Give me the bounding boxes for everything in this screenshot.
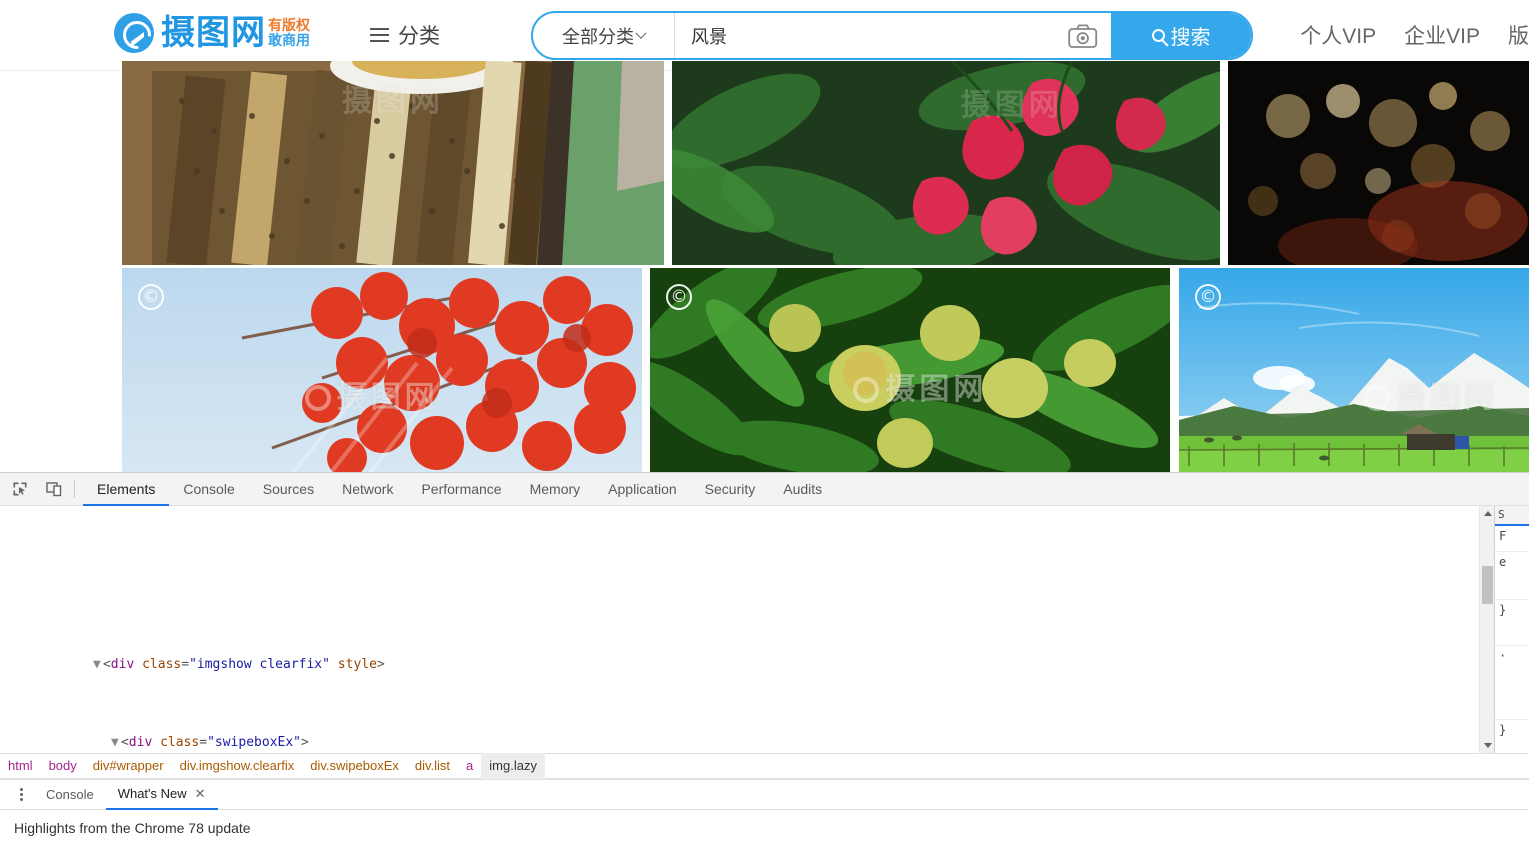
tab-elements[interactable]: Elements — [83, 473, 170, 506]
photo-card-peaches[interactable]: © 摄图网 — [650, 268, 1170, 472]
chevron-down-icon — [635, 27, 647, 39]
breadcrumb-item-body[interactable]: body — [41, 753, 85, 779]
breadcrumb-item-list[interactable]: div.list — [407, 753, 458, 779]
tab-sources[interactable]: Sources — [249, 473, 328, 506]
breadcrumb-item-img-lazy[interactable]: img.lazy — [481, 753, 545, 779]
copyright-icon: © — [1195, 284, 1221, 310]
scrollbar-thumb[interactable] — [1482, 566, 1493, 604]
wax-apples-image — [672, 61, 1220, 265]
watermark: 摄图网 — [304, 372, 439, 416]
photo-card-maple[interactable]: © 摄图网 — [122, 268, 642, 472]
header-nav-links: 个人VIP 企业VIP 版 — [1300, 20, 1529, 50]
styles-rule-row-2[interactable]: · — [1495, 646, 1529, 720]
category-menu-button[interactable]: 分类 — [370, 20, 440, 50]
search-input[interactable] — [675, 13, 1055, 58]
tab-memory[interactable]: Memory — [516, 473, 595, 506]
drawer-tab-bar: Console What's New ✕ — [0, 780, 1529, 810]
drawer-tab-whats-new[interactable]: What's New ✕ — [105, 779, 218, 810]
tab-network[interactable]: Network — [328, 473, 407, 506]
search-category-select[interactable]: 全部分类 — [533, 13, 675, 58]
drawer-tab-console-label: Console — [46, 786, 94, 802]
snow-mountain-grassland-image — [1179, 268, 1529, 472]
hamburger-icon — [370, 24, 389, 46]
dom-tree[interactable]: <!-- 图片流 start --> ▼<div class="imgshow … — [0, 506, 1494, 753]
devtools-tabs: Elements Console Sources Network Perform… — [83, 473, 836, 506]
search-category-label: 全部分类 — [562, 26, 634, 47]
drawer-tab-console[interactable]: Console — [34, 780, 106, 810]
dom-line-swipeboxex[interactable]: ▼ <div class="swipeboxEx"> — [0, 713, 1494, 750]
tab-audits[interactable]: Audits — [769, 473, 836, 506]
nav-enterprise-vip[interactable]: 企业VIP — [1404, 20, 1480, 50]
devtools-panel: Elements Console Sources Network Perform… — [0, 472, 1529, 841]
site-logo[interactable]: 摄图网 有版权 敢商用 — [114, 13, 310, 53]
watermark: 摄图网 — [960, 88, 1063, 122]
scroll-up-arrow-icon[interactable] — [1480, 506, 1495, 521]
styles-filter-row[interactable]: F — [1495, 526, 1529, 552]
nav-personal-vip[interactable]: 个人VIP — [1300, 20, 1376, 50]
watermark: 摄图网 — [1364, 372, 1498, 416]
breadcrumb-item-html[interactable]: html — [0, 753, 41, 779]
copyright-icon: © — [138, 284, 164, 310]
search-submit-label: 搜索 — [1170, 27, 1211, 49]
tab-performance[interactable]: Performance — [407, 473, 515, 506]
styles-rule-close-1: } — [1495, 600, 1529, 646]
scroll-down-arrow-icon[interactable] — [1480, 738, 1495, 753]
styles-rule-row-1[interactable]: e — [1495, 552, 1529, 600]
photo-card-bokeh[interactable] — [1228, 61, 1529, 265]
photo-card-beehive[interactable]: 摄图网 — [122, 61, 664, 265]
watermark: 摄图网 — [342, 84, 444, 118]
device-toolbar-icon[interactable] — [40, 476, 68, 502]
dom-tree-scrollbar[interactable] — [1479, 506, 1494, 753]
logo-badge: 有版权 敢商用 — [268, 13, 310, 53]
logo-text: 摄图网 — [161, 13, 266, 53]
search-bar: 全部分类 搜索 — [531, 11, 1253, 60]
devtools-toolbar: Elements Console Sources Network Perform… — [0, 473, 1529, 506]
styles-tab[interactable]: S — [1495, 506, 1529, 526]
drawer-tab-whats-new-label: What's New — [117, 785, 187, 801]
logo-badge-line1: 有版权 — [268, 16, 310, 33]
breadcrumb-item-a[interactable]: a — [458, 753, 481, 779]
drawer-content: Highlights from the Chrome 78 update — [0, 810, 1529, 846]
tab-application[interactable]: Application — [594, 473, 691, 506]
logo-badge-line2: 敢商用 — [268, 32, 310, 48]
bokeh-lights-image — [1228, 61, 1529, 265]
styles-rule-close-2: } — [1499, 723, 1507, 737]
close-icon[interactable]: ✕ — [195, 779, 206, 809]
nav-copyright[interactable]: 版 — [1508, 20, 1529, 50]
whats-new-headline: Highlights from the Chrome 78 update — [14, 820, 251, 836]
dom-line-imgshow[interactable]: ▼ <div class="imgshow clearfix" style> — [0, 635, 1494, 672]
devtools-drawer: Console What's New ✕ Highlights from the… — [0, 779, 1529, 841]
search-icon — [1151, 29, 1165, 42]
category-menu-label: 分类 — [398, 25, 440, 48]
kebab-menu-icon[interactable] — [8, 788, 34, 801]
red-maple-leaves-image — [122, 268, 642, 472]
website-viewport: 摄图网 有版权 敢商用 分类 全部分类 风景 搜索 个人VIP 企业VIP 版 … — [0, 0, 1529, 472]
photo-grid: 摄图网 摄图网 © 摄图网 © 摄图网 © 摄图网 — [0, 61, 1529, 472]
breadcrumb-item-swipeboxex[interactable]: div.swipeboxEx — [302, 753, 407, 779]
watermark: 摄图网 — [853, 364, 987, 408]
tab-security[interactable]: Security — [691, 473, 770, 506]
dom-line-comment: <!-- 图片流 start --> — [0, 565, 1494, 577]
breadcrumb: html body div#wrapper div.imgshow.clearf… — [0, 753, 1529, 779]
inspect-element-icon[interactable] — [6, 476, 34, 502]
copyright-icon: © — [666, 284, 692, 310]
breadcrumb-item-wrapper[interactable]: div#wrapper — [85, 753, 172, 779]
photo-card-wax-apples[interactable]: 摄图网 — [672, 61, 1220, 265]
breadcrumb-item-imgshow[interactable]: div.imgshow.clearfix — [172, 753, 303, 779]
styles-pane[interactable]: S F e } · } — [1494, 506, 1529, 753]
camera-icon[interactable] — [1055, 13, 1111, 58]
search-submit-button[interactable]: 搜索 — [1111, 13, 1251, 58]
photo-card-snow-mountain[interactable]: © 摄图网 — [1179, 268, 1529, 472]
camera-shutter-logo-icon — [114, 13, 154, 53]
tab-console[interactable]: Console — [169, 473, 248, 506]
toolbar-divider — [74, 480, 75, 498]
